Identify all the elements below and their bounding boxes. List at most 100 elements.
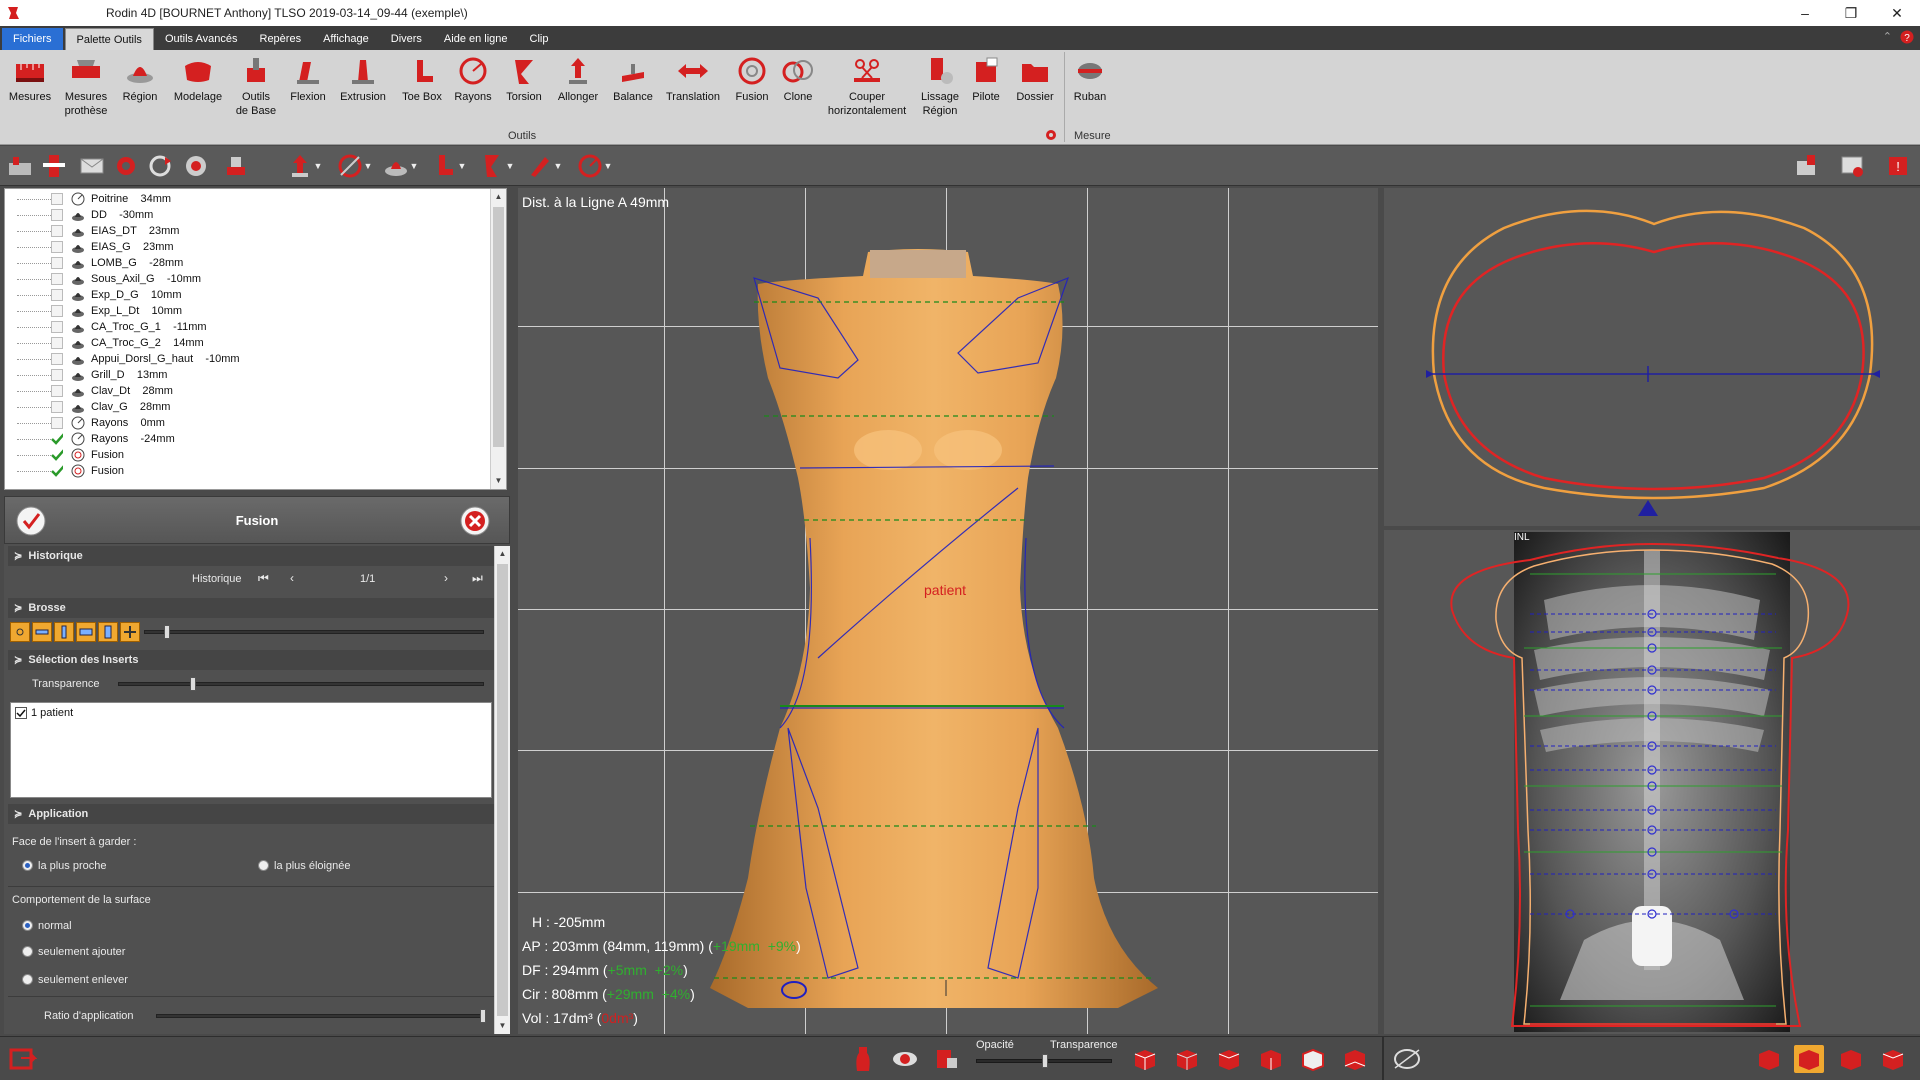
restore-button[interactable]: ❐ [1828,0,1874,26]
tree-scrollbar[interactable]: ▲ ▼ [490,189,506,489]
props-scrollbar[interactable]: ▲ ▼ [494,546,510,1034]
checkbox-empty-icon[interactable] [51,289,63,301]
tree-scroll-thumb[interactable] [493,207,504,447]
opacity-slider-thumb[interactable] [1042,1054,1048,1068]
scroll-up-icon[interactable]: ▲ [495,546,510,562]
view-right-icon[interactable] [1256,1045,1286,1073]
torsion-tool-icon[interactable] [478,152,506,180]
exit-icon[interactable] [8,1045,38,1073]
machine-icon[interactable] [6,152,34,180]
view-cube-4-icon[interactable] [1878,1045,1908,1073]
tree-item[interactable]: DD -30mm [5,207,490,223]
checkbox-empty-icon[interactable] [51,257,63,269]
view-front-icon[interactable] [1130,1045,1160,1073]
cross-section-view[interactable] [1384,188,1920,526]
3d-viewport[interactable]: Dist. à la Ligne A 49mm patient H : -205… [518,188,1378,1034]
refresh-icon[interactable] [146,152,174,180]
allonger-tool-icon[interactable] [286,152,314,180]
dropdown-arrow-icon[interactable]: ▼ [552,152,564,180]
tree-item[interactable]: Clav_G 28mm [5,399,490,415]
ribbon-couper-horizontalement-button[interactable]: Couper horizontalement [824,54,910,118]
history-next-icon[interactable]: › [444,571,448,585]
brush-move-button[interactable] [120,622,140,642]
history-prev-icon[interactable]: ‹ [290,571,294,585]
ratio-application-thumb[interactable] [480,1009,486,1023]
checkbox-empty-icon[interactable] [51,353,63,365]
view-cube-2-icon[interactable] [1794,1045,1824,1073]
view-back-icon[interactable] [1172,1045,1202,1073]
radio-seulement-enlever[interactable] [22,974,33,985]
cancel-button[interactable] [459,505,491,540]
export-icon[interactable] [1792,152,1820,180]
tree-item[interactable]: Fusion [5,463,490,479]
ribbon-dossier-button[interactable]: Dossier [1012,54,1058,104]
region-tool-icon[interactable] [382,152,410,180]
checkbox-empty-icon[interactable] [51,385,63,397]
xray-view[interactable]: INL [1384,530,1920,1034]
radio-la-plus-eloignee[interactable] [258,860,269,871]
tree-item[interactable]: Exp_D_G 10mm [5,287,490,303]
ratio-application-slider[interactable] [156,1014,486,1018]
tab-aide-en-ligne[interactable]: Aide en ligne [433,28,519,50]
view-left-icon[interactable] [1214,1045,1244,1073]
view-top-icon[interactable] [1298,1045,1328,1073]
fusion-tool-icon[interactable] [336,152,364,180]
tree-item[interactable]: EIAS_G 23mm [5,239,490,255]
brush-vertical-button[interactable] [54,622,74,642]
brush-point-button[interactable] [10,622,30,642]
history-last-icon[interactable]: ⏭ [472,571,483,586]
section-tool-icon[interactable] [1392,1045,1422,1073]
tree-item[interactable]: Rayons 0mm [5,415,490,431]
ribbon-outils-de-base-button[interactable]: Outils de Base [234,54,278,118]
checkbox-empty-icon[interactable] [51,305,63,317]
scroll-down-icon[interactable]: ▼ [491,473,506,489]
ribbon-toe-box-button[interactable]: Toe Box [398,54,446,104]
gear-icon[interactable] [112,152,140,180]
ribbon-allonger-button[interactable]: Allonger [554,54,602,104]
brush-size-slider[interactable] [144,630,484,634]
brush-h-stretch-button[interactable] [76,622,96,642]
toe-box-tool-icon[interactable] [430,152,458,180]
dropdown-arrow-icon[interactable]: ▼ [408,152,420,180]
minimize-button[interactable]: – [1782,0,1828,26]
tree-item[interactable]: Appui_Dorsl_G_haut -10mm [5,351,490,367]
tree-item[interactable]: Fusion [5,447,490,463]
checkbox-empty-icon[interactable] [51,417,63,429]
checkbox-empty-icon[interactable] [51,209,63,221]
section-selection-inserts[interactable]: ≽ Sélection des Inserts [8,650,494,670]
checkbox-empty-icon[interactable] [51,241,63,253]
bottle-icon[interactable] [848,1045,878,1073]
ribbon-region-button[interactable]: Région [118,54,162,104]
tab-reperes[interactable]: Repères [249,28,313,50]
radio-la-plus-proche[interactable] [22,860,33,871]
transparence-thumb[interactable] [190,677,196,691]
dropdown-arrow-icon[interactable]: ▼ [602,152,614,180]
ribbon-fusion-button[interactable]: Fusion [730,54,774,104]
section-application[interactable]: ≽ Application [8,804,494,824]
view-cube-3-icon[interactable] [1836,1045,1866,1073]
tree-item[interactable]: CA_Troc_G_2 14mm [5,335,490,351]
close-window-button[interactable]: ✕ [1874,0,1920,26]
tree-item[interactable]: Grill_D 13mm [5,367,490,383]
ribbon-rayons-button[interactable]: Rayons [452,54,494,104]
help-icon[interactable]: ? [1900,30,1914,47]
ribbon-lissage-region-button[interactable]: Lissage Région [916,54,964,118]
checkbox-empty-icon[interactable] [51,273,63,285]
checkmark-icon[interactable] [51,433,63,445]
ribbon-collapse-icon[interactable]: ⌃ [1883,30,1892,47]
checkbox-empty-icon[interactable] [51,225,63,237]
dropdown-arrow-icon[interactable]: ▼ [312,152,324,180]
scroll-down-icon[interactable]: ▼ [495,1018,510,1034]
tab-clip[interactable]: Clip [519,28,560,50]
mail-icon[interactable] [78,152,106,180]
dropdown-arrow-icon[interactable]: ▼ [362,152,374,180]
ribbon-extrusion-button[interactable]: Extrusion [338,54,388,104]
tab-fichiers[interactable]: Fichiers [2,28,63,50]
pen-tool-icon[interactable] [526,152,554,180]
group-settings-icon[interactable] [1044,128,1058,145]
tree-item[interactable]: Exp_L_Dt 10mm [5,303,490,319]
ribbon-mesures-prothese-button[interactable]: Mesures prothèse [60,54,112,118]
tab-divers[interactable]: Divers [380,28,433,50]
view-cube-1-icon[interactable] [1754,1045,1784,1073]
display-mode-icon[interactable] [930,1045,960,1073]
